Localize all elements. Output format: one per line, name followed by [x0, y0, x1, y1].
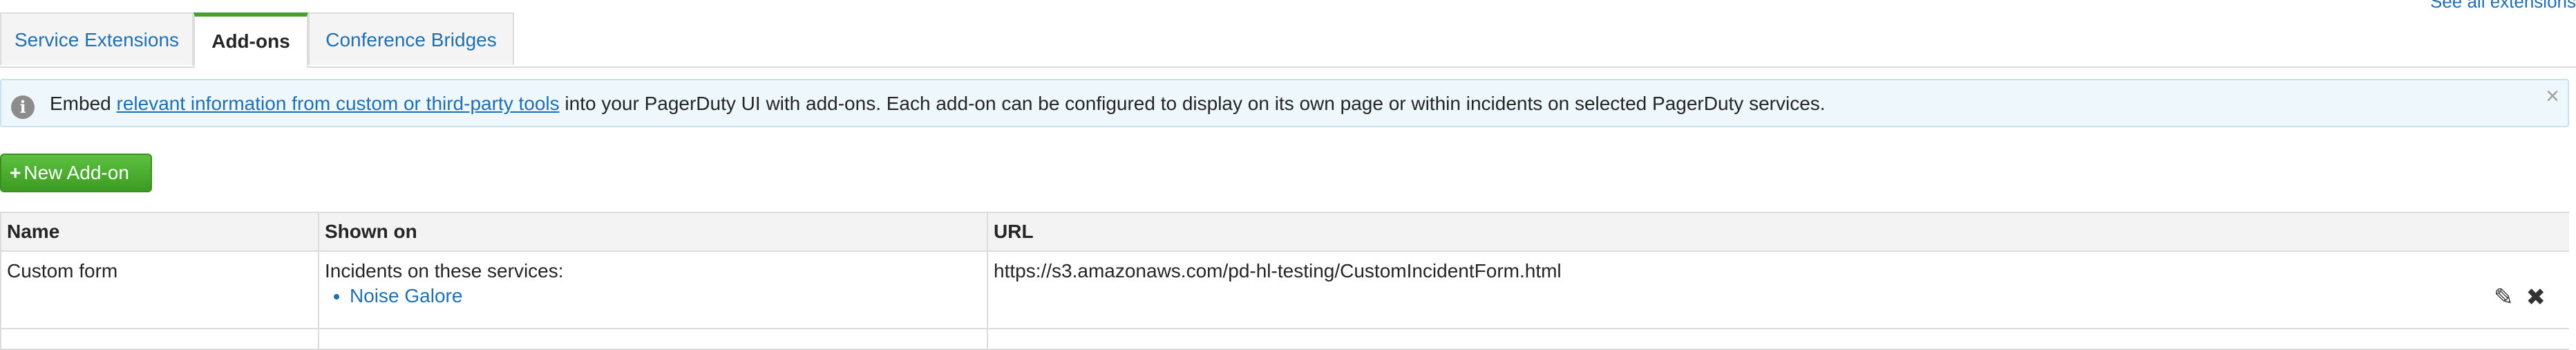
delete-icon[interactable]: ✖: [2526, 284, 2546, 311]
new-add-on-label: New Add-on: [23, 162, 129, 183]
tab-add-ons[interactable]: Add-ons: [193, 12, 308, 68]
column-header-name: Name: [7, 221, 60, 242]
tab-bar: Service Extensions Add-ons Conference Br…: [0, 12, 2576, 68]
info-icon: i: [11, 95, 35, 119]
tab-conference-bridges[interactable]: Conference Bridges: [308, 12, 514, 65]
table-header: Name Shown on URL: [1, 213, 2569, 252]
service-link[interactable]: Noise Galore: [350, 284, 564, 308]
new-add-on-button[interactable]: + New Add-on: [0, 154, 152, 192]
plus-icon: +: [10, 162, 21, 183]
row-shown-on-text: Incidents on these services:: [325, 260, 564, 282]
info-banner: i Embed relevant information from custom…: [0, 79, 2569, 127]
add-ons-table: Name Shown on URL Custom form Incidents …: [0, 212, 2569, 350]
row-name: Custom form: [7, 260, 118, 282]
table-row: Custom form Incidents on these services:…: [1, 252, 2569, 329]
see-all-extensions-link[interactable]: See all extensions: [2430, 0, 2576, 12]
tab-service-extensions[interactable]: Service Extensions: [0, 12, 193, 65]
banner-text: Embed relevant information from custom o…: [50, 91, 1826, 116]
column-header-shown-on: Shown on: [325, 221, 417, 242]
banner-text-after: into your PagerDuty UI with add-ons. Eac…: [559, 93, 1826, 114]
edit-icon[interactable]: ✎: [2494, 284, 2514, 311]
row-shown-on: Incidents on these services: Noise Galor…: [319, 259, 564, 308]
banner-link[interactable]: relevant information from custom or thir…: [117, 93, 560, 114]
column-header-url: URL: [994, 221, 1034, 242]
row-actions: ✎ ✖: [2481, 284, 2546, 311]
close-icon[interactable]: ×: [2546, 83, 2559, 110]
row-url: https://s3.amazonaws.com/pd-hl-testing/C…: [994, 260, 1562, 282]
banner-text-before: Embed: [50, 93, 117, 114]
service-list: Noise Galore: [325, 284, 564, 308]
